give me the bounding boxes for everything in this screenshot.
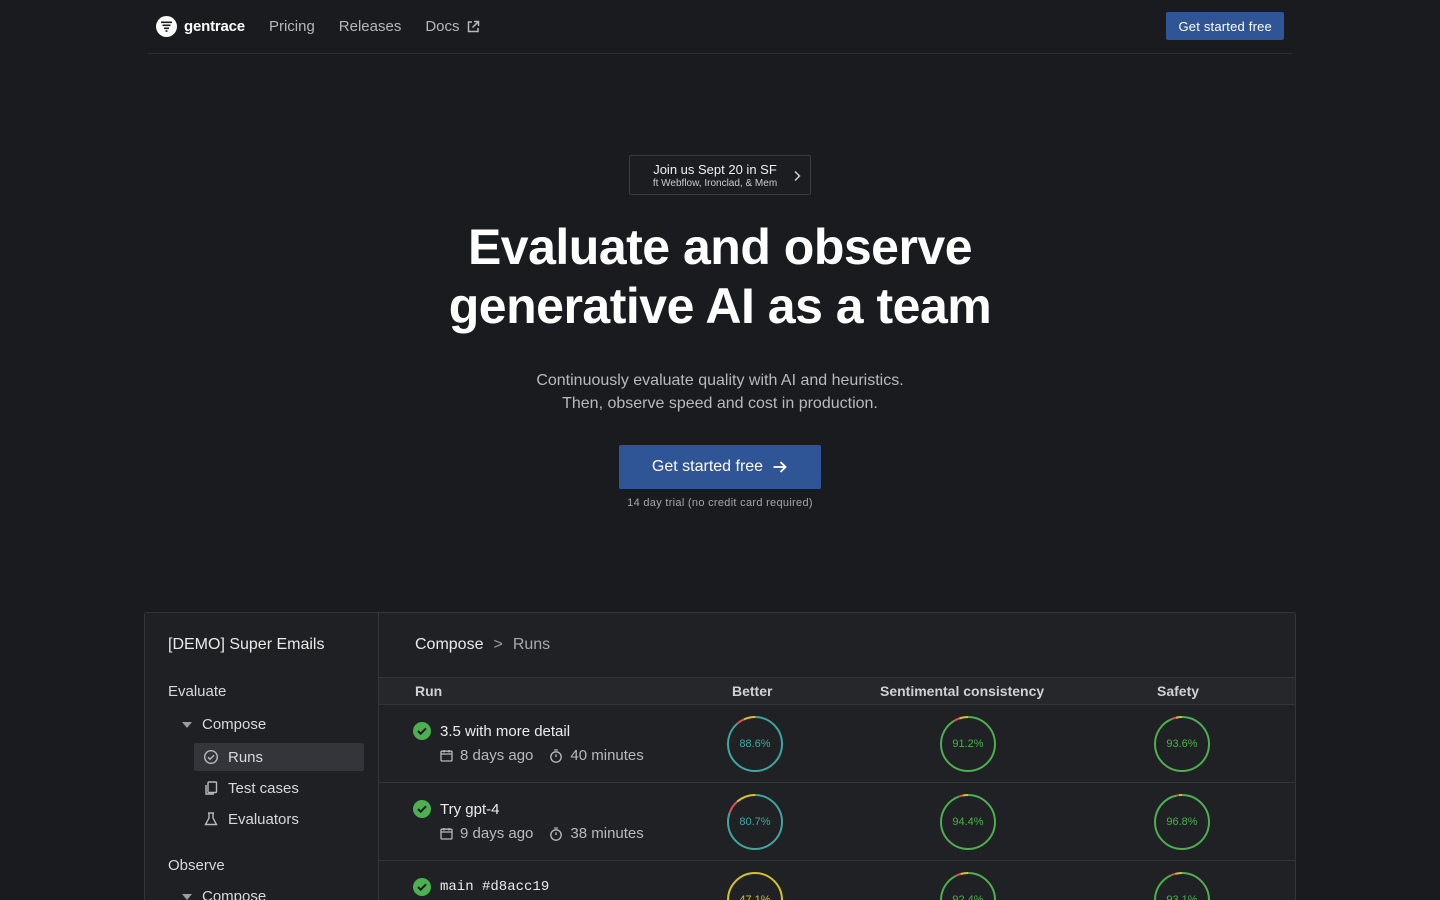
score-gauge-safety: 96.8% xyxy=(1153,793,1211,851)
chevron-right-icon xyxy=(793,169,801,187)
run-duration: 40 minutes xyxy=(570,747,644,764)
run-date: 8 days ago xyxy=(460,747,534,764)
score-gauge-better: 47.1% xyxy=(726,871,784,900)
sidebar-tree-compose-label: Compose xyxy=(202,716,267,733)
hero-cta-label: Get started free xyxy=(651,458,764,475)
success-check-icon xyxy=(413,722,431,740)
copy-icon xyxy=(203,780,219,796)
event-title: Join us Sept 20 in SF xyxy=(653,162,777,177)
nav-link-docs[interactable]: Docs xyxy=(425,18,479,35)
nav-link-pricing[interactable]: Pricing xyxy=(269,18,315,35)
success-check-icon xyxy=(413,800,431,818)
column-header-better: Better xyxy=(732,683,773,699)
arrow-right-icon xyxy=(772,460,788,474)
table-row[interactable]: 3.5 with more detail 8 days ago 40 minutes… xyxy=(379,705,1295,783)
event-subtitle: ft Webflow, Ironclad, & Mem xyxy=(652,178,778,189)
project-name[interactable]: [DEMO] Super Emails xyxy=(168,636,324,654)
score-gauge-value: 80.7% xyxy=(739,816,771,828)
score-gauge-value: 88.6% xyxy=(739,738,771,750)
run-name[interactable]: main #d8acc19 xyxy=(413,878,549,896)
stopwatch-icon xyxy=(549,826,563,841)
demo-main-panel: Compose > Runs Run Better Sentimental co… xyxy=(379,613,1295,900)
hero-headline-line-1: Evaluate and observe xyxy=(467,219,973,275)
demo-app-window: [DEMO] Super Emails Evaluate Compose Run… xyxy=(144,612,1296,900)
score-gauge-sentiment: 92.4% xyxy=(939,871,997,900)
score-gauge-safety: 93.1% xyxy=(1153,871,1211,900)
hero-get-started-button[interactable]: Get started free xyxy=(619,445,821,489)
sidebar-item-evaluators-label: Evaluators xyxy=(228,810,299,828)
sidebar-tree-compose-observe[interactable]: Compose xyxy=(182,888,266,900)
demo-sidebar: [DEMO] Super Emails Evaluate Compose Run… xyxy=(145,613,379,900)
sidebar-item-test-cases-label: Test cases xyxy=(228,779,299,797)
run-meta: 8 days ago 40 minutes xyxy=(440,747,644,764)
score-gauge-better: 80.7% xyxy=(726,793,784,851)
score-gauge-value: 94.4% xyxy=(952,816,984,828)
success-check-icon xyxy=(413,878,431,896)
column-header-run: Run xyxy=(415,683,443,699)
sidebar-item-runs[interactable]: Runs xyxy=(194,743,364,771)
runs-table-header: Run Better Sentimental consistency Safet… xyxy=(379,677,1295,705)
run-date: 9 days ago xyxy=(460,825,534,842)
sidebar-section-evaluate: Evaluate xyxy=(168,683,227,700)
nav-link-releases[interactable]: Releases xyxy=(339,18,402,35)
trial-note: 14 day trial (no credit card required) xyxy=(627,497,813,509)
hero-subcopy: Continuously evaluate quality with AI an… xyxy=(0,369,1440,415)
external-link-icon xyxy=(466,20,480,34)
check-circle-icon xyxy=(203,749,219,765)
sidebar-tree-compose[interactable]: Compose xyxy=(182,716,266,733)
run-name[interactable]: Try gpt-4 xyxy=(413,800,499,818)
gentrace-logo-icon xyxy=(156,16,177,37)
column-header-sentimental-consistency: Sentimental consistency xyxy=(880,683,1045,699)
score-gauge-value: 93.6% xyxy=(1166,738,1198,750)
hero-subcopy-line-2: Then, observe speed and cost in producti… xyxy=(562,395,878,412)
sidebar-item-test-cases[interactable]: Test cases xyxy=(194,774,364,802)
run-name-label: 3.5 with more detail xyxy=(440,722,571,740)
score-gauge-value: 92.4% xyxy=(952,894,984,900)
score-gauge-value: 47.1% xyxy=(739,894,771,900)
score-gauge-safety: 93.6% xyxy=(1153,715,1211,773)
top-nav: gentrace Pricing Releases Docs Get start… xyxy=(148,0,1292,54)
event-announcement-pill[interactable]: Join us Sept 20 in SF ft Webflow, Ironcl… xyxy=(629,155,811,195)
sidebar-tree-compose-observe-label: Compose xyxy=(202,888,267,900)
table-row[interactable]: Try gpt-4 9 days ago 38 minutes 80.7% 94.4% 9… xyxy=(379,783,1295,861)
score-gauge-value: 96.8% xyxy=(1166,816,1198,828)
sidebar-item-runs-label: Runs xyxy=(228,748,264,766)
brand-name: gentrace xyxy=(184,18,245,35)
hero-subcopy-line-1: Continuously evaluate quality with AI an… xyxy=(536,372,904,389)
run-name-label: Try gpt-4 xyxy=(440,800,500,818)
score-gauge-sentiment: 94.4% xyxy=(939,793,997,851)
run-name-label: main #d8acc19 xyxy=(440,879,550,895)
breadcrumb: Compose > Runs xyxy=(415,636,550,654)
calendar-icon xyxy=(440,749,453,762)
caret-down-icon xyxy=(182,721,192,728)
score-gauge-value: 91.2% xyxy=(952,738,984,750)
breadcrumb-parent[interactable]: Compose xyxy=(415,636,483,654)
run-name[interactable]: 3.5 with more detail xyxy=(413,722,570,740)
hero-headline: Evaluate and observe generative AI as a … xyxy=(0,218,1440,336)
brand-logo[interactable]: gentrace xyxy=(156,16,245,37)
score-gauge-sentiment: 91.2% xyxy=(939,715,997,773)
run-duration: 38 minutes xyxy=(570,825,644,842)
column-header-safety: Safety xyxy=(1157,683,1200,699)
score-gauge-better: 88.6% xyxy=(726,715,784,773)
breadcrumb-separator: > xyxy=(493,636,503,653)
calendar-icon xyxy=(440,827,453,840)
flask-icon xyxy=(203,811,219,827)
breadcrumb-current: Runs xyxy=(512,636,551,653)
run-meta: 9 days ago 38 minutes xyxy=(440,825,644,842)
sidebar-item-evaluators[interactable]: Evaluators xyxy=(194,805,364,833)
nav-link-docs-label: Docs xyxy=(425,18,460,35)
nav-get-started-button[interactable]: Get started free xyxy=(1166,12,1284,40)
sidebar-section-observe: Observe xyxy=(168,857,225,874)
caret-down-icon xyxy=(182,893,192,900)
hero-headline-line-2: generative AI as a team xyxy=(448,278,992,334)
table-row[interactable]: main #d8acc19 47.1% 92.4% 93.1% xyxy=(379,861,1295,900)
stopwatch-icon xyxy=(549,748,563,763)
score-gauge-value: 93.1% xyxy=(1166,894,1198,900)
